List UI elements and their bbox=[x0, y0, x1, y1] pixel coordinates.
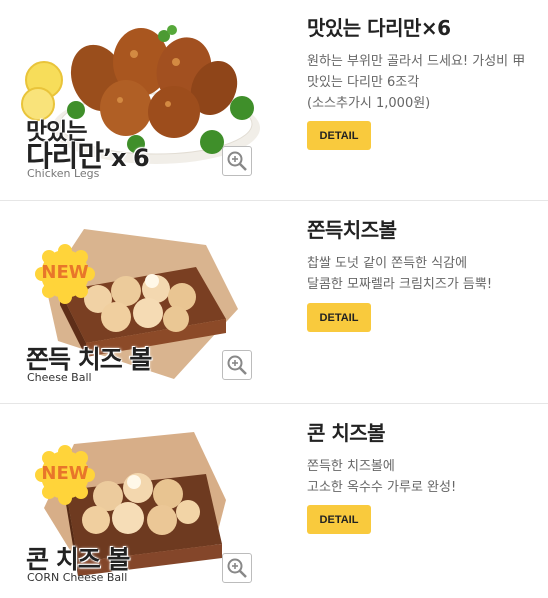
product-item-chicken-legs: 맛있는 다리만’x 6 Chicken Legs 맛있는 다리만×6 원하는 부… bbox=[0, 0, 548, 200]
new-badge-icon: NEW bbox=[34, 243, 96, 305]
product-info: 쫀득치즈볼 찹쌀 도넛 같이 쫀득한 식감에 달콤한 모짜렐라 크림치즈가 듬뿍… bbox=[307, 214, 492, 332]
product-name: 맛있는 다리만×6 bbox=[307, 16, 451, 40]
desc-line: 원하는 부위만 골라서 드세요! 가성비 甲 bbox=[307, 54, 526, 69]
product-description: 원하는 부위만 골라서 드세요! 가성비 甲 맛있는 다리만 6조각 (소스추가… bbox=[307, 51, 525, 114]
desc-line: 고소한 옥수수 가루로 완성! bbox=[307, 480, 457, 495]
product-description: 쫀득한 치즈볼에 고소한 옥수수 가루로 완성! bbox=[307, 456, 456, 498]
new-badge-icon: NEW bbox=[34, 444, 96, 506]
art-subtitle: Chicken Legs bbox=[27, 167, 100, 180]
product-name: 쫀득치즈볼 bbox=[307, 218, 397, 242]
product-info: 콘 치즈볼 쫀득한 치즈볼에 고소한 옥수수 가루로 완성! DETAIL bbox=[307, 417, 456, 534]
product-image[interactable]: NEW 콘 치즈 볼 CORN Cheese Ball bbox=[16, 404, 272, 594]
art-subtitle: CORN Cheese Ball bbox=[27, 571, 128, 584]
new-badge-label: NEW bbox=[41, 463, 89, 484]
product-name: 콘 치즈볼 bbox=[307, 421, 386, 445]
product-image[interactable]: 맛있는 다리만’x 6 Chicken Legs bbox=[16, 0, 272, 190]
desc-line: 맛있는 다리만 6조각 bbox=[307, 75, 420, 90]
new-badge-label: NEW bbox=[41, 262, 89, 283]
art-title-count: ’x 6 bbox=[103, 144, 150, 172]
detail-button[interactable]: DETAIL bbox=[307, 121, 371, 150]
product-image[interactable]: NEW 쫀득 치즈 볼 Cheese Ball bbox=[16, 201, 272, 391]
desc-line: 찹쌀 도넛 같이 쫀득한 식감에 bbox=[307, 256, 468, 271]
zoom-in-icon[interactable] bbox=[222, 350, 252, 380]
product-item-cheese-ball: NEW 쫀득 치즈 볼 Cheese Ball 쫀득치즈볼 찹쌀 도넛 같이 쫀… bbox=[0, 201, 548, 403]
desc-line: 쫀득한 치즈볼에 bbox=[307, 459, 395, 474]
detail-button[interactable]: DETAIL bbox=[307, 303, 371, 332]
zoom-in-icon[interactable] bbox=[222, 146, 252, 176]
desc-line: (소스추가시 1,000원) bbox=[307, 96, 431, 111]
product-description: 찹쌀 도넛 같이 쫀득한 식감에 달콤한 모짜렐라 크림치즈가 듬뿍! bbox=[307, 253, 492, 295]
art-subtitle: Cheese Ball bbox=[27, 371, 92, 384]
desc-line: 달콤한 모짜렐라 크림치즈가 듬뿍! bbox=[307, 277, 493, 292]
product-item-corn-cheese-ball: NEW 콘 치즈 볼 CORN Cheese Ball 콘 치즈볼 쫀득한 치즈… bbox=[0, 404, 548, 598]
detail-button[interactable]: DETAIL bbox=[307, 505, 371, 534]
zoom-in-icon[interactable] bbox=[222, 553, 252, 583]
product-info: 맛있는 다리만×6 원하는 부위만 골라서 드세요! 가성비 甲 맛있는 다리만… bbox=[307, 12, 525, 150]
